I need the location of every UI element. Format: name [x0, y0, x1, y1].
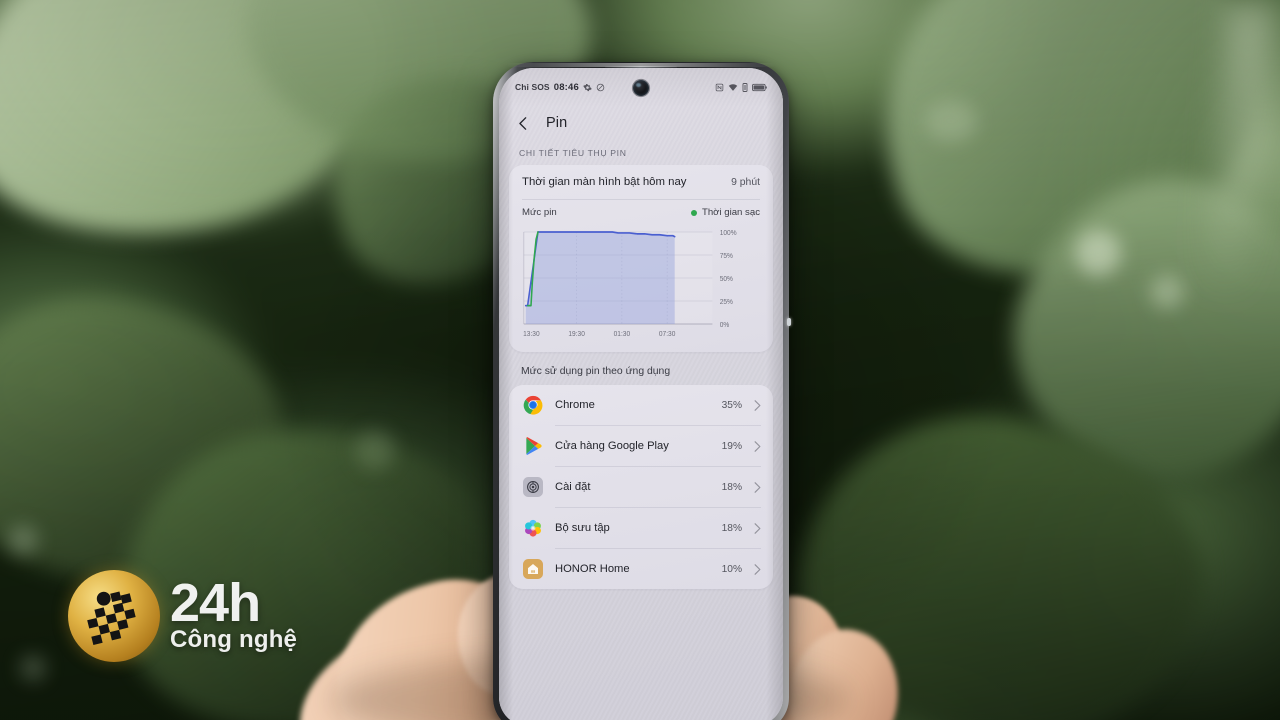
- svg-text:100%: 100%: [720, 230, 737, 237]
- wifi-icon: [728, 83, 738, 91]
- app-battery-percent: 19%: [721, 440, 742, 452]
- app-name: Chrome: [555, 399, 595, 412]
- app-battery-percent: 10%: [721, 563, 742, 575]
- app-name: Cài đặt: [555, 481, 591, 494]
- chevron-right-icon: [754, 481, 761, 493]
- section-label-battery-detail: CHI TIẾT TIÊU THỤ PIN: [519, 148, 627, 158]
- screen-time-value: 9 phút: [731, 177, 760, 189]
- watermark-logo: 24h Công nghệ: [68, 564, 310, 668]
- gear-icon: [583, 83, 592, 91]
- battery-detail-card: Thời gian màn hình bật hôm nay 9 phút Mứ…: [509, 165, 773, 353]
- chevron-right-icon: [754, 522, 761, 534]
- chart-legend-charging: Thời gian sạc: [690, 207, 760, 219]
- watermark-brand: 24h: [170, 572, 261, 633]
- back-arrow-icon[interactable]: [515, 115, 532, 132]
- chrome-icon: [523, 395, 543, 415]
- gallery-icon: [523, 518, 543, 538]
- watermark-badge: [68, 570, 160, 662]
- app-usage-row[interactable]: Bộ sưu tập 18%: [509, 508, 773, 548]
- power-button[interactable]: [787, 318, 791, 326]
- watermark-text: 24h Công nghệ: [170, 572, 298, 654]
- svg-text:19:30: 19:30: [568, 331, 585, 338]
- watermark-tagline: Công nghệ: [170, 626, 298, 654]
- chevron-right-icon: [754, 563, 761, 575]
- app-name: Bộ sưu tập: [555, 522, 610, 535]
- app-battery-percent: 18%: [721, 522, 742, 534]
- screen-time-label: Thời gian màn hình bật hôm nay: [522, 176, 687, 188]
- app-usage-row[interactable]: Chrome 35%: [509, 385, 773, 425]
- svg-text:07:30: 07:30: [659, 331, 676, 338]
- settings-icon: [523, 477, 543, 498]
- battery-chart: 100% 75% 50% 25% 0% 13:30 19:30 01:30 07:30: [522, 224, 760, 346]
- screen-time-row[interactable]: Thời gian màn hình bật hôm nay 9 phút: [509, 165, 773, 199]
- mute-icon: [596, 83, 605, 91]
- google-play-icon: [523, 436, 543, 456]
- chevron-right-icon: [754, 440, 761, 452]
- battery-icon: [752, 83, 767, 91]
- app-usage-row[interactable]: Cửa hàng Google Play 19%: [509, 426, 773, 466]
- status-bar-right: [715, 82, 767, 92]
- honor-home-icon: [523, 559, 543, 580]
- battery-chart-block: Mức pin Thời gian sạc 100% 75% 50% 25% 0% 13:…: [509, 200, 773, 352]
- app-usage-row[interactable]: HONOR Home 10%: [509, 549, 773, 589]
- app-usage-row[interactable]: Cài đặt 18%: [509, 467, 773, 507]
- settings-content[interactable]: CHI TIẾT TIÊU THỤ PIN Thời gian màn hình…: [499, 140, 783, 720]
- sim-icon: [742, 82, 748, 92]
- legend-dot-icon: [690, 209, 697, 216]
- app-battery-percent: 18%: [721, 481, 742, 493]
- chart-legend-battery-level: Mức pin: [522, 207, 557, 219]
- app-name: HONOR Home: [555, 563, 630, 576]
- svg-text:25%: 25%: [720, 299, 733, 306]
- battery-chart-svg: 100% 75% 50% 25% 0% 13:30 19:30 01:30 07:30: [523, 230, 737, 338]
- svg-text:01:30: 01:30: [614, 331, 631, 338]
- app-bar: Pin: [499, 106, 783, 140]
- page-title: Pin: [546, 115, 568, 131]
- chart-legend: Mức pin Thời gian sạc: [522, 207, 760, 220]
- svg-text:0%: 0%: [720, 322, 730, 329]
- nfc-icon: [715, 83, 724, 91]
- status-bar-clock: 08:46: [553, 81, 580, 93]
- status-bar-left: Chỉ SOS 08:46: [515, 82, 605, 93]
- chart-legend-charging-label: Thời gian sạc: [701, 207, 760, 219]
- app-name: Cửa hàng Google Play: [555, 440, 669, 453]
- checkered-flag-icon: [87, 591, 136, 646]
- app-usage-card: Chrome 35% Cửa hàng Google Play 19% Cài đặ…: [509, 385, 773, 590]
- usage-section-title: Mức sử dụng pin theo ứng dụng: [521, 366, 671, 378]
- front-camera-icon: [633, 80, 649, 96]
- carrier-label: Chỉ SOS: [515, 82, 550, 92]
- phone-device: Chỉ SOS 08:46 Pin CHI TIẾT TIÊU THỤ PIN …: [493, 62, 791, 720]
- phone-screen[interactable]: Chỉ SOS 08:46 Pin CHI TIẾT TIÊU THỤ PIN …: [499, 68, 783, 720]
- svg-text:13:30: 13:30: [523, 331, 540, 338]
- chevron-right-icon: [754, 399, 761, 411]
- svg-text:50%: 50%: [720, 276, 733, 283]
- app-usage-list: Chrome 35% Cửa hàng Google Play 19% Cài đặ…: [509, 385, 773, 589]
- svg-text:75%: 75%: [720, 253, 733, 260]
- app-battery-percent: 35%: [721, 399, 742, 411]
